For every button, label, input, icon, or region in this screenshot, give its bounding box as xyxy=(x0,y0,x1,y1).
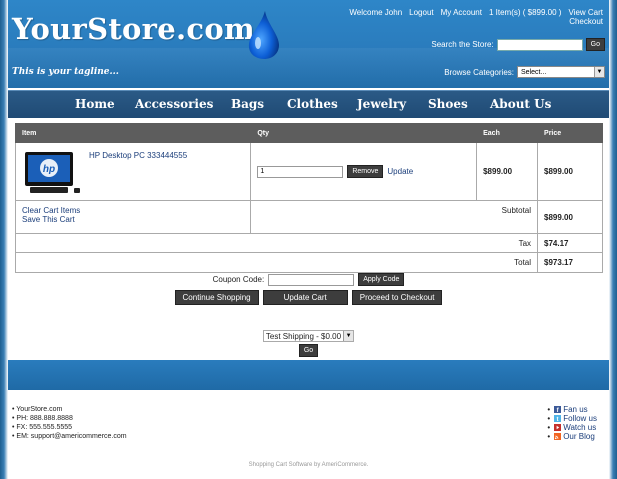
cart-table: Item Qty Each Price hp HP Desktop PC 333… xyxy=(14,123,603,273)
footer-bar xyxy=(8,360,609,390)
continue-shopping-button[interactable]: Continue Shopping xyxy=(174,290,259,305)
contact-email[interactable]: EM: support@americommerce.com xyxy=(12,432,126,441)
search-bar: Search the Store: Go xyxy=(431,38,605,51)
save-cart-link[interactable]: Save This Cart xyxy=(22,215,244,224)
browse-label: Browse Categories: xyxy=(444,67,514,77)
welcome-text: Welcome John xyxy=(349,8,403,17)
store-logo[interactable]: YourStore.com xyxy=(12,12,255,46)
svg-text:t: t xyxy=(557,416,559,422)
col-header-each: Each xyxy=(476,123,539,143)
update-cart-button[interactable]: Update Cart xyxy=(262,290,348,305)
main-nav: Home Accessories Bags Clothes Jewelry Sh… xyxy=(8,90,609,118)
footer-credit[interactable]: Shopping Cart Software by AmeriCommerce. xyxy=(8,462,609,468)
chevron-down-icon[interactable]: ▼ xyxy=(594,67,604,77)
tax-row: Tax $74.17 xyxy=(14,233,603,253)
cart-summary-link[interactable]: 1 Item(s) ( $899.00 ) xyxy=(489,8,561,17)
cart-links: View Cart Checkout xyxy=(568,8,603,26)
item-total-price: $899.00 xyxy=(537,142,603,201)
proceed-checkout-button[interactable]: Proceed to Checkout xyxy=(351,290,443,305)
page-frame: YourStore.com This is your tagline... We… xyxy=(8,0,609,479)
nav-bags[interactable]: Bags xyxy=(231,97,264,111)
coupon-label: Coupon Code: xyxy=(212,275,265,284)
site-header: YourStore.com This is your tagline... We… xyxy=(8,0,609,88)
quantity-input[interactable] xyxy=(257,165,344,178)
contact-fax: FX: 555.555.5555 xyxy=(12,423,127,432)
cart-item-row: hp HP Desktop PC 333444555 Remove Update… xyxy=(14,142,603,201)
col-header-price: Price xyxy=(537,123,603,143)
social-facebook-label: Fan us xyxy=(563,405,588,414)
shipping-row: Test Shipping - $0.00 ▼ xyxy=(8,330,609,342)
desktop-pc-icon[interactable]: hp xyxy=(22,150,82,196)
shipping-select[interactable]: Test Shipping - $0.00 ▼ xyxy=(262,330,355,342)
item-name-link[interactable]: HP Desktop PC 333444555 xyxy=(89,151,187,160)
my-account-link[interactable]: My Account xyxy=(441,8,482,17)
svg-text:hp: hp xyxy=(43,164,55,175)
twitter-icon: t xyxy=(554,415,562,422)
apply-code-button[interactable]: Apply Code xyxy=(358,273,405,286)
contact-info: YourStore.com PH: 888.888.8888 FX: 555.5… xyxy=(12,405,127,441)
rss-icon xyxy=(554,433,562,440)
water-drop-icon xyxy=(248,11,279,59)
cart-actions-cell: Clear Cart Items Save This Cart xyxy=(14,200,252,234)
account-links: Welcome John Logout My Account 1 Item(s)… xyxy=(349,8,603,26)
contact-store: YourStore.com xyxy=(12,405,127,414)
tagline: This is your tagline... xyxy=(12,67,119,77)
chevron-down-icon[interactable]: ▼ xyxy=(343,331,354,341)
shipping-go-row: Go xyxy=(8,344,609,357)
social-links: f Fan us t Follow us Watch us Our Blog xyxy=(547,405,597,441)
remove-item-button[interactable]: Remove xyxy=(347,165,384,178)
total-value: $973.17 xyxy=(537,252,603,273)
nav-about-us[interactable]: About Us xyxy=(490,97,551,111)
nav-accessories[interactable]: Accessories xyxy=(135,97,213,111)
total-label: Total xyxy=(14,252,539,273)
search-go-button[interactable]: Go xyxy=(585,38,605,51)
update-item-link[interactable]: Update xyxy=(387,167,413,176)
facebook-icon: f xyxy=(554,406,562,413)
social-youtube[interactable]: Watch us xyxy=(547,423,597,432)
qty-cell: Remove Update xyxy=(250,142,478,201)
contact-phone: PH: 888.888.8888 xyxy=(12,414,127,423)
tax-label: Tax xyxy=(14,233,539,253)
subtotal-value: $899.00 xyxy=(537,200,603,234)
nav-shoes[interactable]: Shoes xyxy=(428,97,468,111)
search-label: Search the Store: xyxy=(431,40,494,49)
checkout-link[interactable]: Checkout xyxy=(568,17,603,26)
browse-categories: Browse Categories: Select... ▼ xyxy=(444,66,605,78)
social-twitter[interactable]: t Follow us xyxy=(547,414,597,423)
social-twitter-label: Follow us xyxy=(563,414,597,423)
clear-cart-link[interactable]: Clear Cart Items xyxy=(22,206,244,215)
subtotal-row: Clear Cart Items Save This Cart Subtotal… xyxy=(14,200,603,234)
nav-jewelry[interactable]: Jewelry xyxy=(357,97,406,111)
social-blog-label: Our Blog xyxy=(563,432,595,441)
coupon-input[interactable] xyxy=(268,273,355,286)
col-header-item: Item xyxy=(14,123,252,143)
shipping-go-button[interactable]: Go xyxy=(298,344,319,357)
social-youtube-label: Watch us xyxy=(563,423,597,432)
search-input[interactable] xyxy=(496,38,583,51)
logout-link[interactable]: Logout xyxy=(409,8,433,17)
category-select-value: Select... xyxy=(521,68,547,76)
nav-home[interactable]: Home xyxy=(75,97,115,111)
youtube-icon xyxy=(554,424,562,431)
item-each-price: $899.00 xyxy=(476,142,539,201)
social-facebook[interactable]: f Fan us xyxy=(547,405,597,414)
item-cell: hp HP Desktop PC 333444555 xyxy=(14,142,252,201)
shipping-select-value: Test Shipping - $0.00 xyxy=(265,331,342,341)
category-select[interactable]: Select... ▼ xyxy=(517,66,605,78)
subtotal-label: Subtotal xyxy=(250,200,539,234)
cart-action-buttons: Continue Shopping Update Cart Proceed to… xyxy=(8,290,609,305)
nav-clothes[interactable]: Clothes xyxy=(287,97,338,111)
total-row: Total $973.17 xyxy=(14,252,603,273)
cart-header-row: Item Qty Each Price xyxy=(14,123,603,143)
col-header-qty: Qty xyxy=(250,123,478,143)
tax-value: $74.17 xyxy=(537,233,603,253)
view-cart-link[interactable]: View Cart xyxy=(568,8,603,17)
social-blog[interactable]: Our Blog xyxy=(547,432,597,441)
coupon-row: Coupon Code: Apply Code xyxy=(8,273,609,286)
